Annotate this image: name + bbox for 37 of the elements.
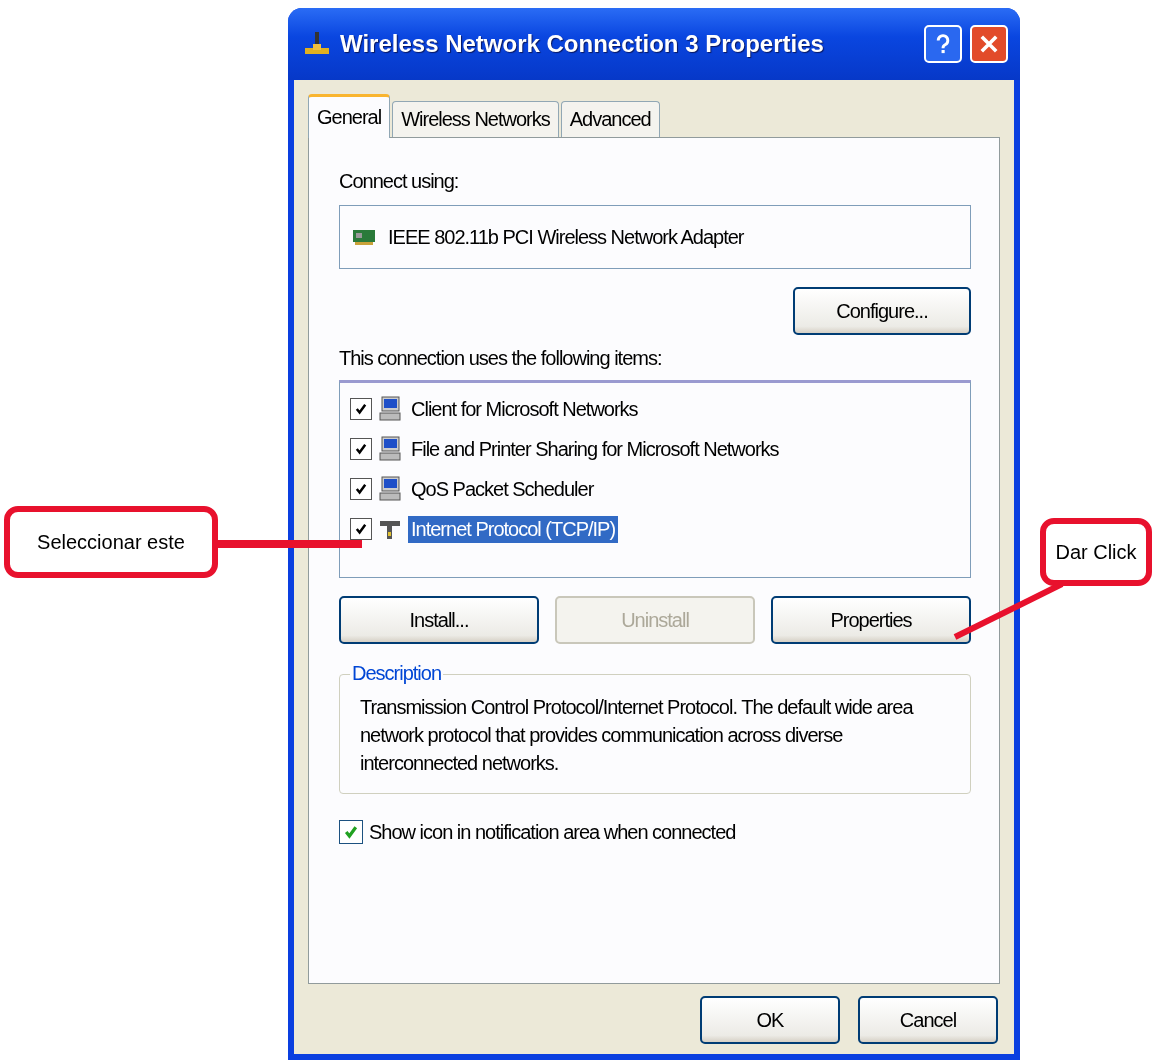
- item-checkbox[interactable]: [350, 478, 372, 500]
- tab[interactable]: Wireless Networks: [392, 101, 559, 137]
- adapter-name: IEEE 802.11b PCI Wireless Network Adapter: [388, 225, 744, 249]
- item-checkbox[interactable]: [350, 518, 372, 540]
- callout: Seleccionar este: [4, 506, 218, 578]
- computer-icon: [378, 476, 402, 502]
- item-label[interactable]: File and Printer Sharing for Microsoft Networks: [408, 435, 782, 463]
- callout: Dar Click: [1040, 518, 1152, 586]
- checkmark-icon: [343, 824, 359, 840]
- network-card-icon: [352, 227, 378, 247]
- help-button[interactable]: [924, 25, 962, 63]
- checkmark-icon: [354, 442, 368, 456]
- item-checkbox[interactable]: [350, 398, 372, 420]
- dialog-button[interactable]: OK: [700, 996, 840, 1044]
- close-button[interactable]: [970, 25, 1008, 63]
- items-label: This connection uses the following items:: [339, 347, 663, 370]
- description-text: Transmission Control Protocol/Internet Protocol. The default wide area network protocol that provides communication across diverse interconnected networks.: [360, 695, 915, 776]
- window-title: Wireless Network Connection 3 Properties: [340, 30, 825, 58]
- show-icon-label: Show icon in notification area when connected: [369, 820, 736, 844]
- checkmark-icon: [354, 522, 368, 536]
- item-label[interactable]: Client for Microsoft Networks: [408, 395, 641, 423]
- item-label[interactable]: QoS Packet Scheduler: [408, 475, 597, 503]
- configure-button[interactable]: Configure...: [793, 287, 971, 335]
- description-legend: Description: [350, 662, 444, 685]
- computer-icon: [378, 436, 402, 462]
- tab[interactable]: Advanced: [560, 101, 660, 137]
- connect-using-label: Connect using:: [339, 170, 460, 193]
- dialog-button[interactable]: Cancel: [858, 996, 998, 1044]
- item-label[interactable]: Internet Protocol (TCP/IP): [408, 515, 619, 543]
- computer-icon: [378, 396, 402, 422]
- item-checkbox[interactable]: [350, 438, 372, 460]
- checkmark-icon: [354, 402, 368, 416]
- checkmark-icon: [354, 482, 368, 496]
- item-action-button[interactable]: Install...: [339, 596, 539, 644]
- show-icon-checkbox[interactable]: [339, 820, 363, 844]
- item-action-button[interactable]: Properties: [771, 596, 971, 644]
- tab[interactable]: General: [308, 94, 391, 138]
